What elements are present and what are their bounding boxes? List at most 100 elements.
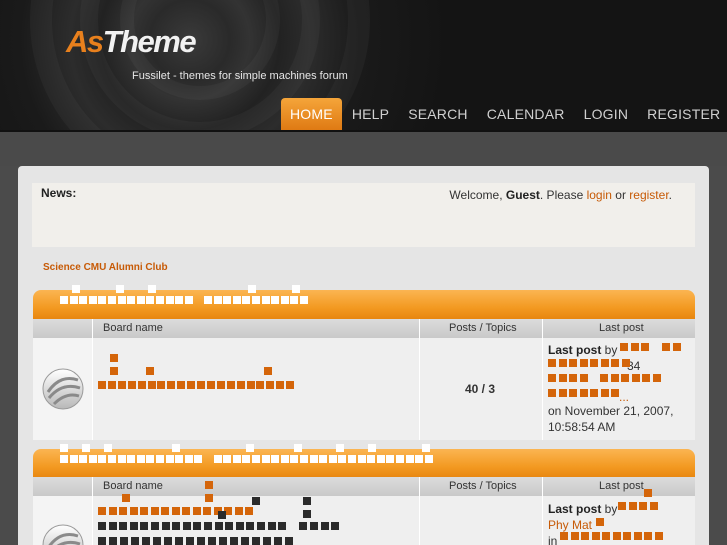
- missing-glyph-box: [628, 502, 637, 510]
- missing-glyph-box: [147, 381, 156, 389]
- missing-glyph-box: [570, 532, 579, 540]
- missing-glyph-box: [644, 532, 652, 540]
- missing-glyph-box: [267, 522, 276, 530]
- nav-home[interactable]: HOME: [281, 98, 342, 130]
- missing-glyph-box: [235, 522, 244, 530]
- missing-glyph-box: [300, 455, 308, 463]
- missing-glyph-box: [98, 522, 106, 530]
- nav-calendar[interactable]: CALENDAR: [478, 98, 574, 130]
- missing-glyph-box: [621, 359, 630, 367]
- category-header[interactable]: [33, 290, 695, 319]
- last-post-info: Last post by: [548, 502, 618, 516]
- missing-glyph-box: [376, 455, 385, 463]
- missing-glyph-box: [252, 497, 260, 505]
- missing-glyph-box: [234, 507, 243, 515]
- missing-glyph-box: [271, 296, 280, 304]
- nav-login[interactable]: LOGIN: [575, 98, 638, 130]
- site-logo[interactable]: AsTheme: [66, 24, 197, 59]
- missing-glyph-box: [193, 522, 202, 530]
- missing-glyph-box: [127, 455, 136, 463]
- last-post-in: in: [548, 534, 558, 545]
- missing-glyph-box: [579, 374, 588, 382]
- nav-help[interactable]: HELP: [343, 98, 398, 130]
- missing-glyph-box: [600, 359, 609, 367]
- missing-glyph-box: [204, 296, 212, 304]
- nav-register[interactable]: REGISTER: [638, 98, 727, 130]
- missing-glyph-box: [184, 296, 193, 304]
- missing-glyph-box: [146, 296, 155, 304]
- missing-glyph-box: [328, 455, 337, 463]
- missing-glyph-box: [161, 522, 170, 530]
- missing-glyph-box: [171, 507, 180, 515]
- missing-glyph-box: [256, 381, 265, 389]
- missing-glyph-box: [386, 455, 395, 463]
- missing-glyph-box: [548, 374, 556, 382]
- missing-glyph-box: [257, 522, 265, 530]
- missing-glyph-box: [558, 374, 567, 382]
- missing-glyph-box: [232, 455, 241, 463]
- missing-glyph-box: [175, 296, 184, 304]
- missing-glyph-box: [596, 518, 604, 526]
- missing-glyph-box: [569, 374, 577, 382]
- missing-glyph-box: [348, 455, 356, 463]
- missing-glyph-box: [285, 537, 293, 545]
- missing-glyph-box: [246, 522, 255, 530]
- missing-glyph-box: [558, 359, 567, 367]
- missing-glyph-box: [299, 522, 308, 530]
- category-header[interactable]: [33, 449, 695, 478]
- missing-glyph-box: [600, 374, 608, 382]
- missing-glyph-box: [165, 296, 174, 304]
- missing-glyph-box: [79, 296, 88, 304]
- missing-glyph-box: [184, 455, 193, 463]
- last-post-label: Last post: [548, 502, 602, 516]
- register-link[interactable]: register: [629, 188, 668, 202]
- missing-glyph-box: [602, 532, 610, 540]
- board-stats: 40 / 3: [465, 382, 496, 396]
- missing-glyph-box: [205, 494, 213, 502]
- last-post-date: on November 21, 2007,: [548, 404, 674, 418]
- missing-glyph-box: [276, 381, 285, 389]
- missing-glyph-box: [644, 489, 652, 497]
- missing-glyph-box: [252, 537, 260, 545]
- table-header: Board name Posts / Topics Last post: [33, 477, 695, 496]
- missing-glyph-box: [197, 537, 205, 545]
- missing-glyph-box: [197, 381, 205, 389]
- missing-glyph-box: [630, 343, 639, 351]
- missing-glyph-box: [157, 381, 166, 389]
- missing-glyph-box: [172, 444, 180, 452]
- missing-glyph-box: [357, 455, 366, 463]
- missing-glyph-box: [290, 296, 299, 304]
- missing-glyph-box: [558, 389, 567, 397]
- missing-glyph-box: [424, 455, 433, 463]
- site-header: AsTheme Fussilet - themes for simple mac…: [0, 0, 727, 132]
- missing-glyph-box: [294, 444, 302, 452]
- missing-glyph-box: [177, 381, 186, 389]
- missing-glyph-box: [82, 444, 90, 452]
- missing-glyph-box: [60, 455, 68, 463]
- missing-glyph-box: [230, 537, 238, 545]
- missing-glyph-box: [192, 507, 201, 515]
- site-tagline: Fussilet - themes for simple machines fo…: [132, 70, 348, 82]
- missing-glyph-box: [69, 296, 78, 304]
- missing-glyph-box: [225, 522, 234, 530]
- missing-glyph-box: [396, 455, 404, 463]
- missing-glyph-box: [405, 455, 414, 463]
- missing-glyph-box: [165, 455, 174, 463]
- last-post-label: Last post: [548, 343, 602, 357]
- missing-glyph-box: [639, 502, 647, 510]
- login-link[interactable]: login: [587, 188, 612, 202]
- nav-search[interactable]: SEARCH: [399, 98, 477, 130]
- table-header: Board name Posts / Topics Last post: [33, 319, 695, 338]
- missing-glyph-box: [72, 285, 80, 293]
- missing-glyph-box: [623, 532, 631, 540]
- missing-glyph-box: [569, 359, 577, 367]
- missing-glyph-box: [280, 296, 289, 304]
- missing-glyph-box: [662, 343, 670, 351]
- missing-glyph-box: [223, 455, 232, 463]
- missing-glyph-box: [581, 532, 589, 540]
- category-link[interactable]: Science CMU Alumni Club: [43, 262, 168, 273]
- missing-glyph-box: [108, 296, 116, 304]
- logo-as: As: [66, 24, 104, 59]
- missing-glyph-box: [245, 507, 253, 515]
- posts-topics-header: Posts / Topics: [449, 480, 517, 492]
